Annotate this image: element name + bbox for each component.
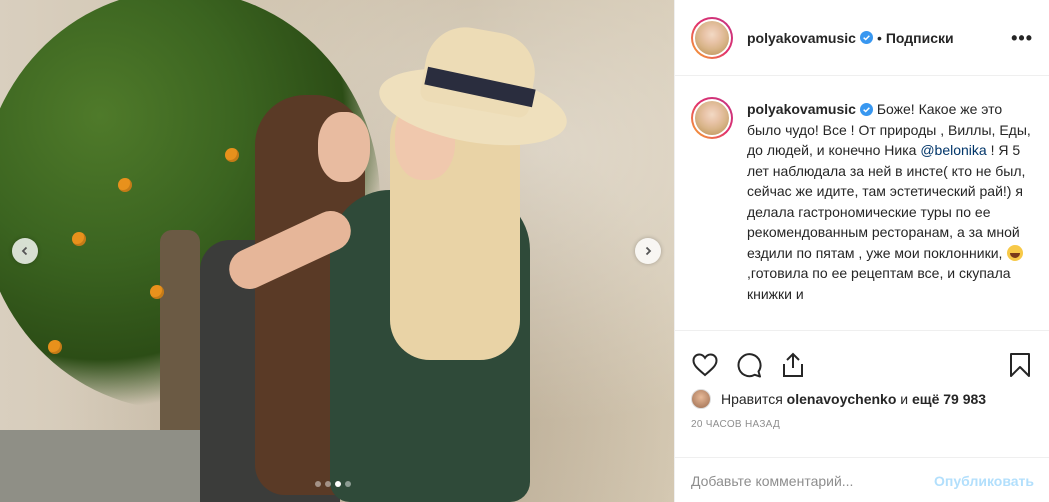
save-button[interactable] <box>1006 351 1034 379</box>
mention-link[interactable]: @belonika <box>920 142 986 158</box>
likes-count[interactable]: ещё 79 983 <box>912 391 986 407</box>
post-photo <box>0 0 674 502</box>
comment-form: Опубликовать <box>675 457 1049 502</box>
comment-input[interactable] <box>691 472 935 489</box>
carousel-dot <box>315 481 321 487</box>
comment-button[interactable] <box>735 351 763 379</box>
verified-badge-icon <box>859 103 873 116</box>
caption-body-part2: ! Я 5 лет наблюдала за ней в инсте( кто … <box>747 142 1026 261</box>
girl-face <box>318 112 370 182</box>
avatar-image <box>695 101 729 135</box>
author-avatar[interactable] <box>691 16 733 59</box>
liker-avatar[interactable] <box>691 389 711 409</box>
carousel-dot <box>345 481 351 487</box>
orange-fruit <box>118 178 132 192</box>
caption-author-avatar[interactable] <box>691 97 733 139</box>
carousel-dot <box>335 481 341 487</box>
carousel-indicator <box>315 481 351 487</box>
orange-fruit <box>225 148 239 162</box>
orange-fruit <box>150 285 164 299</box>
post-timestamp[interactable]: 20 часов назад <box>675 411 1049 430</box>
avatar-image <box>695 20 729 55</box>
caption-comment: polyakovamusic Боже! Какое же это было ч… <box>691 97 1034 304</box>
chevron-right-icon <box>645 246 652 256</box>
liker-username[interactable]: olenavoychenko <box>787 391 897 407</box>
caption-username[interactable]: polyakovamusic <box>747 101 856 117</box>
post-actions: Нравится olenavoychenko и ещё 79 983 20 … <box>675 330 1049 498</box>
likes-prefix: Нравится <box>721 391 783 407</box>
carousel-dot <box>325 481 331 487</box>
carousel-next-button[interactable] <box>635 238 661 264</box>
action-icons-row <box>675 331 1049 387</box>
following-button[interactable]: Подписки <box>886 30 954 46</box>
heart-icon <box>692 353 718 377</box>
likes-connector: и <box>900 391 909 407</box>
caption-body-part3: ,готовила по ее рецептам все, и скупала … <box>747 265 1011 302</box>
orange-fruit <box>48 340 62 354</box>
more-options-icon[interactable]: ••• <box>1011 28 1033 49</box>
orange-fruit <box>72 232 86 246</box>
share-icon <box>783 352 803 377</box>
verified-badge-icon <box>859 31 873 44</box>
author-username[interactable]: polyakovamusic <box>747 30 856 46</box>
bookmark-icon <box>1010 353 1030 377</box>
comment-bubble-icon <box>737 353 762 378</box>
like-button[interactable] <box>691 351 719 379</box>
laughing-emoji-icon <box>1007 244 1024 261</box>
share-button[interactable] <box>779 351 807 379</box>
caption-text: polyakovamusic Боже! Какое же это было ч… <box>747 99 1034 304</box>
post-side-panel: polyakovamusic • Подписки ••• polyakovam… <box>674 0 1049 502</box>
caption-section: polyakovamusic Боже! Какое же это было ч… <box>675 77 1049 330</box>
carousel-prev-button[interactable] <box>12 238 38 264</box>
header-separator: • <box>876 29 882 46</box>
chevron-left-icon <box>21 246 28 256</box>
post-header: polyakovamusic • Подписки ••• <box>675 0 1049 76</box>
publish-comment-button[interactable]: Опубликовать <box>934 473 1034 489</box>
likes-summary: Нравится olenavoychenko и ещё 79 983 <box>675 387 1049 411</box>
